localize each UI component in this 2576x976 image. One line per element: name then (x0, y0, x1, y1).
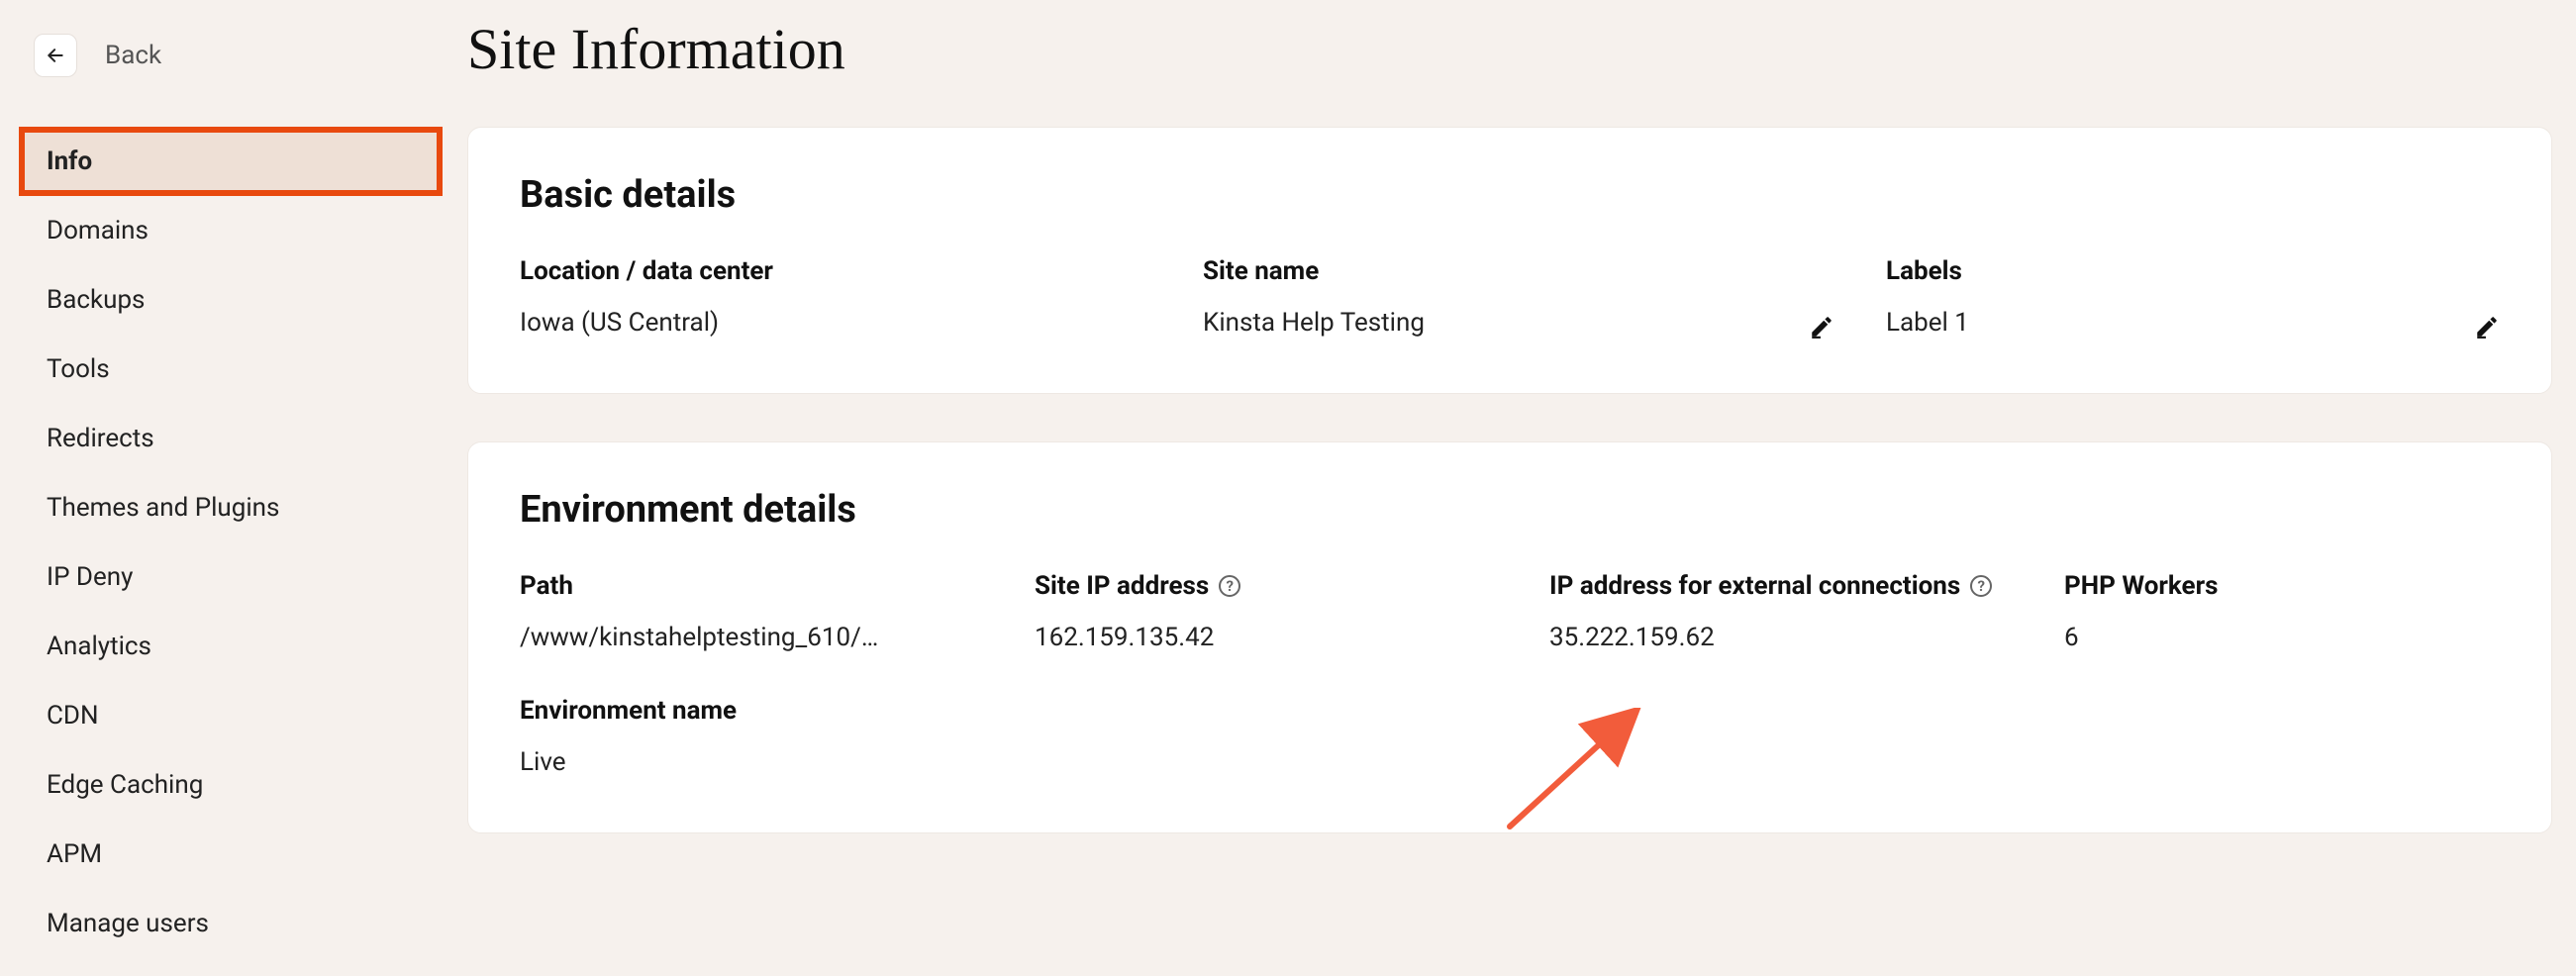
help-icon[interactable]: ? (1970, 575, 1992, 597)
labels-value: Label 1 (1886, 308, 2500, 338)
location-label: Location / data center (520, 256, 1203, 286)
siteip-label-text: Site IP address (1035, 571, 1209, 601)
path-label: Path (520, 571, 1035, 601)
labels-label: Labels (1886, 256, 2500, 286)
siteip-label: Site IP address ? (1035, 571, 1549, 601)
basic-details-card: Basic details Location / data center Iow… (467, 127, 2552, 394)
sitename-value: Kinsta Help Testing (1203, 308, 1886, 338)
edit-labels-button[interactable] (2474, 314, 2500, 343)
envname-value: Live (520, 747, 1035, 777)
edit-sitename-button[interactable] (1809, 314, 1834, 343)
sidebar-item-cdn[interactable]: CDN (19, 681, 443, 750)
sidebar-item-ip-deny[interactable]: IP Deny (19, 542, 443, 612)
environment-details-card: Environment details Path /www/kinstahelp… (467, 441, 2552, 833)
sidebar-item-analytics[interactable]: Analytics (19, 612, 443, 681)
back-button[interactable] (34, 34, 77, 77)
basic-details-title: Basic details (520, 173, 2500, 217)
sidebar-item-edge-caching[interactable]: Edge Caching (19, 750, 443, 820)
envname-label: Environment name (520, 696, 1035, 726)
sidebar-item-redirects[interactable]: Redirects (19, 404, 443, 473)
sidebar-item-tools[interactable]: Tools (19, 335, 443, 404)
sidebar-item-info[interactable]: Info (19, 127, 443, 196)
path-value: /www/kinstahelptesting_610/… (520, 623, 1035, 652)
sidebar-item-themes-plugins[interactable]: Themes and Plugins (19, 473, 443, 542)
pencil-icon (1809, 314, 1834, 340)
extip-value: 35.222.159.62 (1549, 623, 2064, 652)
back-label: Back (105, 41, 161, 70)
sidebar-item-domains[interactable]: Domains (19, 196, 443, 265)
php-value: 6 (2064, 623, 2500, 652)
sidebar-item-manage-users[interactable]: Manage users (19, 889, 443, 958)
sidebar-item-apm[interactable]: APM (19, 820, 443, 889)
php-label: PHP Workers (2064, 571, 2500, 601)
sidebar-item-backups[interactable]: Backups (19, 265, 443, 335)
sidebar: Info Domains Backups Tools Redirects The… (19, 127, 443, 958)
pencil-icon (2474, 314, 2500, 340)
page-title: Site Information (467, 16, 845, 82)
help-icon[interactable]: ? (1219, 575, 1240, 597)
sitename-label: Site name (1203, 256, 1886, 286)
extip-label: IP address for external connections ? (1549, 571, 2064, 601)
location-value: Iowa (US Central) (520, 308, 1203, 338)
environment-details-title: Environment details (520, 488, 2500, 532)
siteip-value: 162.159.135.42 (1035, 623, 1549, 652)
extip-label-text: IP address for external connections (1549, 571, 1960, 601)
arrow-left-icon (46, 46, 65, 65)
